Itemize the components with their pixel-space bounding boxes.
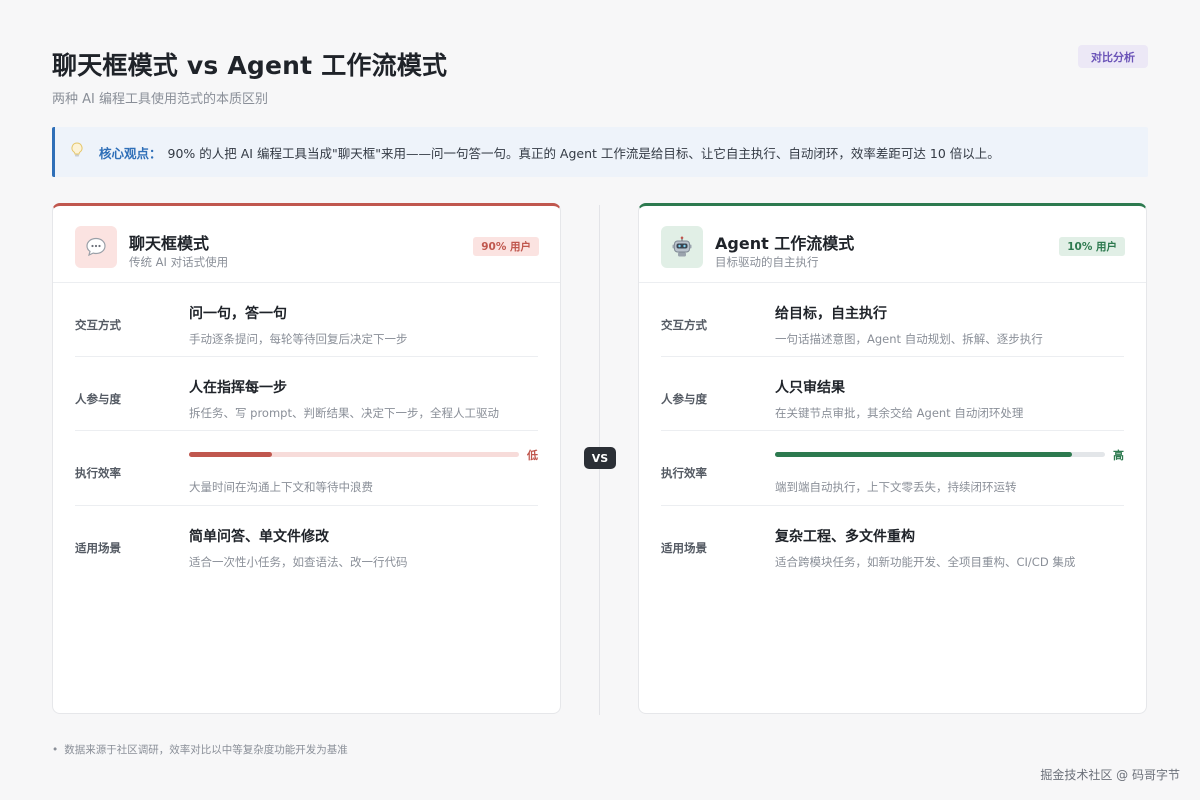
agent-mode-card: Agent 工作流模式 目标驱动的自主执行 10% 用户 交互方式 给目标，自主… bbox=[638, 203, 1147, 714]
efficiency-bar-track bbox=[775, 452, 1105, 457]
efficiency-bar-fill bbox=[775, 452, 1072, 457]
row-description: 大量时间在沟通上下文和等待中浪费 bbox=[189, 480, 373, 494]
page-subtitle: 两种 AI 编程工具使用范式的本质区别 bbox=[52, 92, 268, 107]
scenario-row: 适用场景 简单问答、单文件修改 适合一次性小任务，如查语法、改一行代码 bbox=[75, 506, 538, 580]
speech-bubble-icon bbox=[75, 226, 117, 268]
row-description: 手动逐条提问，每轮等待回复后决定下一步 bbox=[189, 332, 408, 346]
efficiency-bar-track bbox=[189, 452, 519, 457]
user-share-badge: 10% 用户 bbox=[1059, 237, 1125, 256]
efficiency-bar-fill bbox=[189, 452, 272, 457]
robot-icon bbox=[661, 226, 703, 268]
bullet-icon: • bbox=[52, 744, 59, 756]
row-label: 执行效率 bbox=[75, 466, 121, 480]
row-label: 人参与度 bbox=[75, 392, 121, 406]
interaction-row: 交互方式 问一句，答一句 手动逐条提问，每轮等待回复后决定下一步 bbox=[75, 283, 538, 357]
row-description: 适合跨模块任务，如新功能开发、全项目重构、CI/CD 集成 bbox=[775, 555, 1076, 569]
card-subtitle: 目标驱动的自主执行 bbox=[715, 255, 819, 269]
row-heading: 人只审结果 bbox=[775, 380, 845, 396]
row-heading: 简单问答、单文件修改 bbox=[189, 529, 329, 545]
row-description: 拆任务、写 prompt、判断结果、决定下一步，全程人工驱动 bbox=[189, 406, 499, 420]
lightbulb-icon bbox=[71, 142, 91, 162]
row-description: 端到端自动执行，上下文零丢失，持续闭环运转 bbox=[775, 480, 1017, 494]
card-subtitle: 传统 AI 对话式使用 bbox=[129, 255, 229, 269]
row-description: 在关键节点审批，其余交给 Agent 自动闭环处理 bbox=[775, 406, 1024, 420]
row-heading: 人在指挥每一步 bbox=[189, 380, 287, 396]
row-description: 适合一次性小任务，如查语法、改一行代码 bbox=[189, 555, 408, 569]
card-header: Agent 工作流模式 目标驱动的自主执行 10% 用户 bbox=[639, 206, 1146, 283]
footnote: • 数据来源于社区调研，效率对比以中等复杂度功能开发为基准 bbox=[52, 742, 348, 757]
comparison-tag-badge: 对比分析 bbox=[1078, 45, 1148, 68]
involvement-row: 人参与度 人只审结果 在关键节点审批，其余交给 Agent 自动闭环处理 bbox=[661, 357, 1124, 431]
efficiency-level: 高 bbox=[1113, 449, 1124, 462]
row-heading: 问一句，答一句 bbox=[189, 306, 287, 322]
interaction-row: 交互方式 给目标，自主执行 一句话描述意图，Agent 自动规划、拆解、逐步执行 bbox=[661, 283, 1124, 357]
callout-text: 90% 的人把 AI 编程工具当成"聊天框"来用——问一句答一句。真正的 Age… bbox=[167, 145, 1000, 161]
scenario-row: 适用场景 复杂工程、多文件重构 适合跨模块任务，如新功能开发、全项目重构、CI/… bbox=[661, 506, 1124, 580]
efficiency-level: 低 bbox=[527, 449, 538, 462]
card-header: 聊天框模式 传统 AI 对话式使用 90% 用户 bbox=[53, 206, 560, 283]
page-title: 聊天框模式 vs Agent 工作流模式 bbox=[52, 51, 448, 80]
user-share-badge: 90% 用户 bbox=[473, 237, 539, 256]
row-heading: 复杂工程、多文件重构 bbox=[775, 529, 915, 545]
chat-mode-card: 聊天框模式 传统 AI 对话式使用 90% 用户 交互方式 问一句，答一句 手动… bbox=[52, 203, 561, 714]
callout-lead: 核心观点： bbox=[99, 145, 162, 161]
efficiency-row: 执行效率 低 大量时间在沟通上下文和等待中浪费 bbox=[75, 431, 538, 506]
row-label: 适用场景 bbox=[75, 541, 121, 555]
vs-badge: VS bbox=[584, 447, 616, 469]
footnote-text: 数据来源于社区调研，效率对比以中等复杂度功能开发为基准 bbox=[64, 744, 348, 756]
efficiency-row: 执行效率 高 端到端自动执行，上下文零丢失，持续闭环运转 bbox=[661, 431, 1124, 506]
row-label: 适用场景 bbox=[661, 541, 707, 555]
key-point-callout: 核心观点： 90% 的人把 AI 编程工具当成"聊天框"来用——问一句答一句。真… bbox=[52, 127, 1148, 177]
card-title: Agent 工作流模式 bbox=[715, 234, 855, 253]
row-label: 执行效率 bbox=[661, 466, 707, 480]
row-label: 交互方式 bbox=[75, 318, 121, 332]
involvement-row: 人参与度 人在指挥每一步 拆任务、写 prompt、判断结果、决定下一步，全程人… bbox=[75, 357, 538, 431]
card-title: 聊天框模式 bbox=[129, 234, 210, 253]
row-heading: 给目标，自主执行 bbox=[775, 306, 887, 322]
watermark: 掘金技术社区 @ 码哥字节 bbox=[1040, 768, 1180, 782]
row-description: 一句话描述意图，Agent 自动规划、拆解、逐步执行 bbox=[775, 332, 1043, 346]
row-label: 人参与度 bbox=[661, 392, 707, 406]
row-label: 交互方式 bbox=[661, 318, 707, 332]
